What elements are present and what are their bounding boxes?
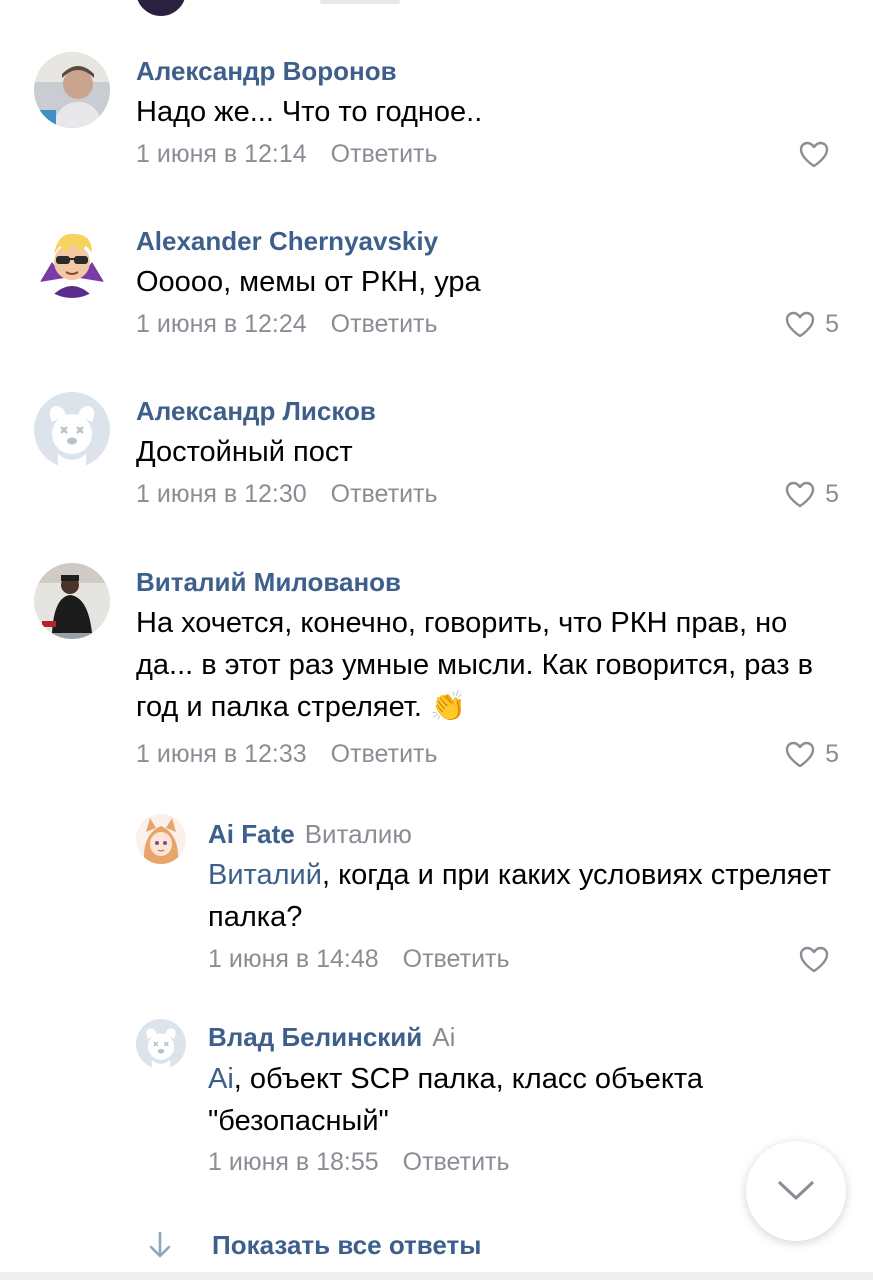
reply-button[interactable]: Ответить [331,740,438,768]
comment-meta: 1 июня в 12:24 Ответить [136,309,438,339]
deleted-user-dog-icon [34,392,110,468]
like-count: 5 [825,739,839,768]
mention-link[interactable]: Виталий [208,859,322,891]
reply-button[interactable]: Ответить [331,140,438,168]
comment-meta: 1 июня в 12:33 Ответить [136,739,438,769]
comment-meta: 1 июня в 12:30 Ответить [136,479,438,509]
deleted-user-dog-icon [136,1019,186,1069]
comment-author[interactable]: Влад Белинский Ai [208,1022,455,1052]
author-name[interactable]: Ai Fate [208,819,295,849]
comment-author[interactable]: Александр Лисков [136,396,376,426]
previous-comment-meta [320,0,400,4]
comment-timestamp: 1 июня в 12:24 [136,310,307,338]
chevron-down-icon [778,1181,814,1200]
like-button[interactable]: 5 [785,309,839,339]
comment-meta: 1 июня в 18:55 Ответить [208,1147,510,1177]
like-button[interactable]: 5 [785,739,839,769]
like-button[interactable]: 5 [785,479,839,509]
comment-timestamp: 1 июня в 12:30 [136,480,307,508]
comment-meta: 1 июня в 14:48 Ответить [208,944,510,974]
reply-button[interactable]: Ответить [403,1148,510,1176]
comment-author[interactable]: Ai Fate Виталию [208,819,412,849]
comment-author[interactable]: Александр Воронов [136,56,397,86]
show-all-replies-label: Показать все ответы [212,1229,482,1260]
heart-icon [785,481,815,507]
previous-comment-avatar[interactable] [136,0,186,16]
comment-text: На хочется, конечно, говорить, что РКН п… [136,607,813,723]
comment-text: Виталий, когда и при каких условиях стре… [208,854,833,938]
mention-link[interactable]: Ai [208,1063,234,1095]
arrow-down-icon [149,1231,171,1258]
reply-button[interactable]: Ответить [403,945,510,973]
avatar[interactable] [34,392,110,468]
reply-to-label[interactable]: Ai [432,1022,455,1052]
avatar[interactable] [34,52,110,128]
heart-icon [785,741,815,767]
reply-button[interactable]: Ответить [331,480,438,508]
avatar[interactable] [136,1019,186,1069]
like-count: 5 [825,479,839,508]
author-name[interactable]: Влад Белинский [208,1022,422,1052]
comment-text: Достойный пост [136,436,353,468]
avatar[interactable] [136,814,186,864]
comment-author[interactable]: Виталий Милованов [136,567,401,597]
comment-text-body: , объект SCP палка, класс объекта "безоп… [208,1063,704,1137]
comment-meta: 1 июня в 12:14 Ответить [136,139,438,169]
comment-timestamp: 1 июня в 12:33 [136,740,307,768]
reply-button[interactable]: Ответить [331,310,438,338]
reply-to-label[interactable]: Виталию [305,819,412,849]
like-count: 5 [825,309,839,338]
avatar[interactable] [34,222,110,298]
comment-author[interactable]: Alexander Chernyavskiy [136,226,438,256]
comment-timestamp: 1 июня в 18:55 [208,1148,379,1176]
comment-text: Надо же... Что то годное.. [136,96,483,128]
bottom-divider [0,1272,873,1280]
comment-text: Ооооо, мемы от РКН, ура [136,266,481,298]
like-button[interactable] [799,944,839,974]
avatar[interactable] [34,563,110,639]
heart-icon [799,141,829,167]
comment-text: Ai, объект SCP палка, класс объекта "без… [208,1058,833,1142]
heart-icon [785,311,815,337]
like-button[interactable] [799,139,839,169]
scroll-down-button[interactable] [746,1141,846,1241]
comment-timestamp: 1 июня в 14:48 [208,945,379,973]
show-all-replies-button[interactable]: Показать все ответы [148,1226,481,1264]
comment-timestamp: 1 июня в 12:14 [136,140,307,168]
heart-icon [799,946,829,972]
